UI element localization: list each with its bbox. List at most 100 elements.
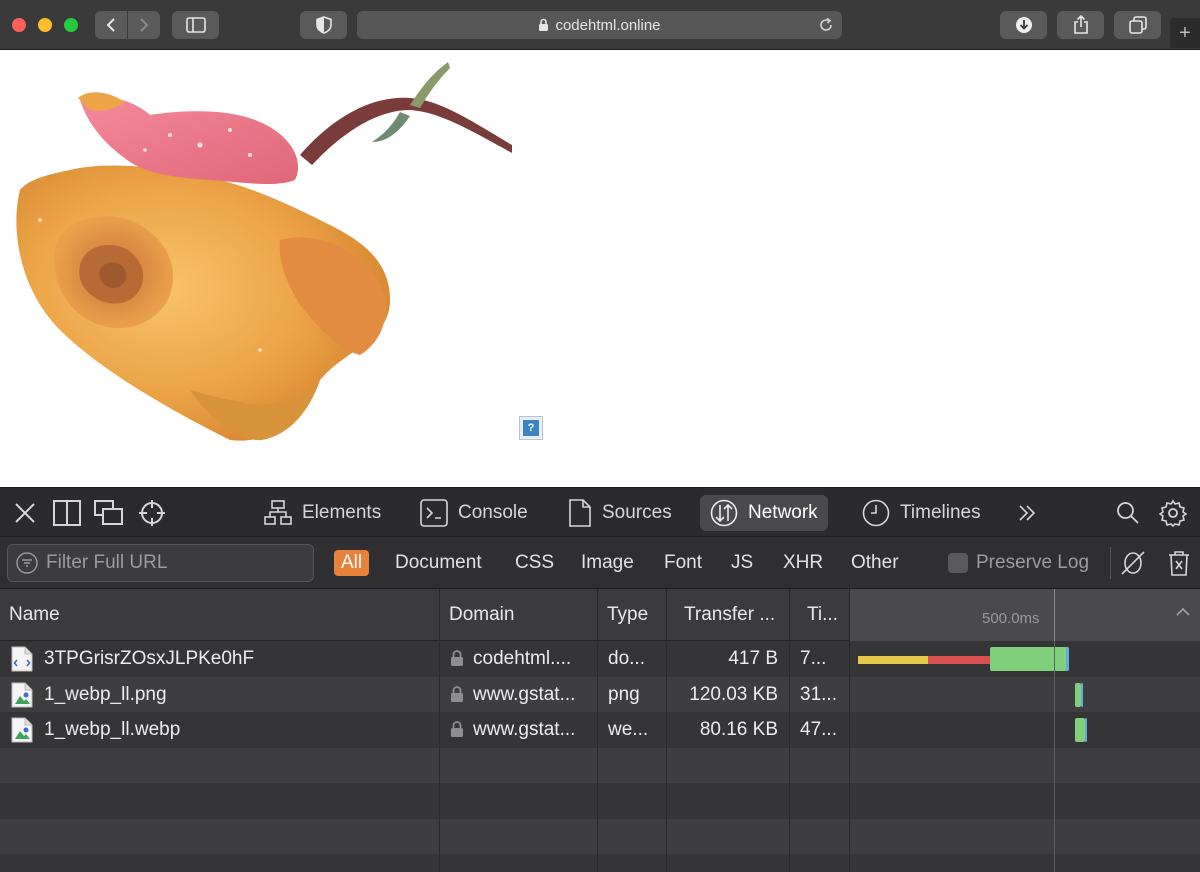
- column-domain[interactable]: Domain: [440, 589, 598, 641]
- clear-log-button[interactable]: [1164, 548, 1194, 578]
- zoom-window-button[interactable]: [64, 18, 78, 32]
- search-button[interactable]: [1113, 498, 1143, 528]
- row-domain: www.gstat...: [473, 683, 576, 705]
- empty-row: [0, 783, 1200, 819]
- tab-elements[interactable]: Elements: [254, 495, 391, 531]
- settings-button[interactable]: [1158, 498, 1188, 528]
- filter-type-all[interactable]: All: [334, 550, 370, 576]
- clock-icon: [862, 499, 890, 527]
- browser-toolbar: codehtml.online +: [0, 0, 1200, 50]
- row-time: 31...: [800, 683, 837, 705]
- waterfall-end-bar: [1081, 682, 1083, 707]
- reload-icon[interactable]: [818, 17, 834, 33]
- table-row[interactable]: 3TPGrisrZOsxJLPKe0hF codehtml.... do... …: [0, 641, 1200, 677]
- image-file-icon: [11, 682, 33, 707]
- filter-type-font[interactable]: Font: [657, 550, 709, 576]
- close-window-button[interactable]: [12, 18, 26, 32]
- crosshair-icon: [139, 500, 165, 526]
- waterfall-time-label: 500.0ms: [982, 610, 1040, 627]
- filter-type-document[interactable]: Document: [388, 550, 489, 576]
- row-type: png: [608, 683, 640, 705]
- rose-image: [16, 62, 512, 441]
- tab-overview-button[interactable]: [1114, 11, 1161, 39]
- filter-url-input[interactable]: Filter Full URL: [7, 544, 314, 582]
- row-domain: codehtml....: [473, 648, 572, 669]
- row-transfer: 80.16 KB: [699, 719, 778, 740]
- element-picker-button[interactable]: [137, 498, 167, 528]
- url-text: codehtml.online: [555, 16, 661, 34]
- sidebar-toggle-button[interactable]: [172, 11, 219, 39]
- waterfall-wait-bar: [858, 656, 928, 664]
- waterfall-end-bar: [1066, 647, 1069, 671]
- row-transfer: 120.03 KB: [689, 683, 778, 705]
- column-transfer[interactable]: Transfer ...: [667, 589, 790, 641]
- row-name: 1_webp_ll.png: [44, 683, 167, 705]
- row-domain: www.gstat...: [473, 719, 576, 740]
- forward-button[interactable]: [128, 11, 160, 39]
- address-bar[interactable]: codehtml.online: [357, 11, 842, 39]
- waterfall-header[interactable]: 500.0ms: [850, 589, 1200, 641]
- close-inspector-button[interactable]: [10, 498, 40, 528]
- tab-sources[interactable]: Sources: [558, 495, 682, 531]
- tab-network[interactable]: Network: [700, 495, 828, 531]
- column-time[interactable]: Ti...: [790, 589, 850, 641]
- column-divider: [789, 589, 790, 872]
- row-name: 3TPGrisrZOsxJLPKe0hF: [44, 648, 255, 669]
- share-button[interactable]: [1057, 11, 1104, 39]
- dock-side-button[interactable]: [52, 498, 82, 528]
- gear-icon: [1159, 499, 1187, 527]
- elements-icon: [264, 500, 292, 525]
- chevron-up-icon[interactable]: [1176, 607, 1190, 617]
- waterfall-receive-bar: [1075, 718, 1085, 742]
- search-icon: [1117, 502, 1139, 524]
- dock-right-icon: [53, 500, 81, 526]
- filter-type-image[interactable]: Image: [574, 550, 641, 576]
- disable-cache-button[interactable]: [1118, 548, 1148, 578]
- tab-console-label: Console: [458, 502, 528, 523]
- tab-console[interactable]: Console: [410, 495, 538, 531]
- filter-type-other[interactable]: Other: [844, 550, 906, 576]
- preserve-log-label: Preserve Log: [976, 552, 1090, 573]
- downloads-button[interactable]: [1000, 11, 1047, 39]
- console-icon: [420, 499, 448, 527]
- network-icon: [710, 499, 738, 527]
- minimize-window-button[interactable]: [38, 18, 52, 32]
- filter-type-css[interactable]: CSS: [508, 550, 561, 576]
- cache-disabled-icon: [1121, 551, 1145, 575]
- row-type: do...: [608, 648, 645, 669]
- network-rows: 3TPGrisrZOsxJLPKe0hF codehtml.... do... …: [0, 641, 1200, 872]
- waterfall-tick: [1054, 589, 1055, 641]
- column-type[interactable]: Type: [598, 589, 667, 641]
- column-divider: [597, 589, 598, 872]
- back-button[interactable]: [95, 11, 127, 39]
- tab-timelines-label: Timelines: [900, 502, 981, 523]
- filter-type-xhr[interactable]: XHR: [776, 550, 830, 576]
- column-name[interactable]: Name: [0, 589, 440, 641]
- network-filter-bar: Filter Full URL All Document CSS Image F…: [0, 537, 1200, 589]
- preserve-log-toggle[interactable]: Preserve Log: [948, 550, 1089, 576]
- tab-elements-label: Elements: [302, 502, 382, 523]
- row-type: we...: [608, 719, 649, 740]
- row-time: 47...: [800, 719, 837, 740]
- preserve-log-checkbox[interactable]: [948, 553, 968, 573]
- table-row[interactable]: 1_webp_ll.webp www.gstat... we... 80.16 …: [0, 712, 1200, 748]
- double-chevron-right-icon: [1019, 505, 1036, 521]
- page-viewport: ?: [0, 50, 1200, 487]
- filter-type-js[interactable]: JS: [724, 550, 760, 576]
- privacy-report-button[interactable]: [300, 11, 347, 39]
- new-tab-button[interactable]: +: [1170, 18, 1200, 48]
- table-row[interactable]: 1_webp_ll.png www.gstat... png 120.03 KB…: [0, 676, 1200, 712]
- tab-timelines[interactable]: Timelines: [852, 495, 991, 531]
- waterfall-gridline: [1054, 641, 1055, 872]
- filter-icon: [16, 552, 38, 574]
- close-icon: [15, 503, 35, 523]
- sidebar-icon: [185, 17, 206, 33]
- detach-window-button[interactable]: [94, 498, 124, 528]
- tab-network-label: Network: [748, 502, 818, 523]
- row-time: 7...: [800, 648, 827, 669]
- more-tabs-button[interactable]: [1012, 498, 1042, 528]
- lock-icon: [451, 721, 463, 737]
- lock-icon: [451, 650, 463, 666]
- shield-icon: [315, 16, 332, 34]
- chevron-right-icon: [140, 18, 149, 32]
